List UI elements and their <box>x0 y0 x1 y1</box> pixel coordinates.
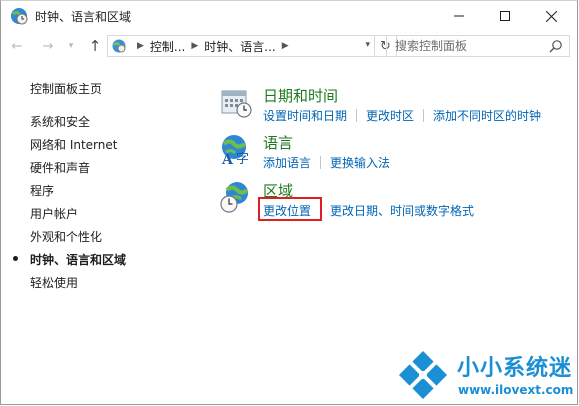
svg-text:A: A <box>221 152 234 166</box>
date-time-links: 设置时间和日期 更改时区 添加不同时区的时钟 <box>263 107 541 124</box>
add-clocks-link[interactable]: 添加不同时区的时钟 <box>433 107 541 124</box>
add-language-link[interactable]: 添加语言 <box>263 154 311 171</box>
back-button[interactable]: ← <box>7 35 27 57</box>
address-bar[interactable]: ▶ 控制... ▶ 时钟、语言... ▶ ▾ <box>107 35 375 57</box>
address-dropdown-icon[interactable]: ▾ <box>365 40 370 50</box>
language-heading[interactable]: 语言 <box>263 132 293 153</box>
link-divider <box>423 109 425 122</box>
recent-locations-button[interactable]: ▾ <box>64 35 78 57</box>
breadcrumb-item[interactable]: 控制... <box>150 38 185 55</box>
breadcrumb-item[interactable]: 时钟、语言... <box>204 38 275 55</box>
watermark-title: 小小系统迷 <box>457 356 573 381</box>
breadcrumb-chevron-icon[interactable]: ▶ <box>191 41 198 51</box>
left-nav-item-appearance[interactable]: 外观和个性化 <box>30 228 102 245</box>
change-timezone-link[interactable]: 更改时区 <box>366 107 414 124</box>
breadcrumb-chevron-icon: ▶ <box>137 41 144 51</box>
chevron-down-icon: ▾ <box>68 41 74 51</box>
title-bar: 时钟、语言和区域 <box>1 1 577 31</box>
change-input-method-link[interactable]: 更换输入法 <box>330 154 390 171</box>
watermark: 小小系统迷 www.ilovext.com <box>394 346 579 406</box>
arrow-right-icon: → <box>42 38 54 54</box>
control-panel-home-link[interactable]: 控制面板主页 <box>30 80 102 97</box>
watermark-logo-icon <box>398 350 448 400</box>
search-box <box>386 35 570 57</box>
left-nav-item-user-accounts[interactable]: 用户帐户 <box>30 205 78 222</box>
close-button[interactable] <box>529 1 573 31</box>
change-formats-link[interactable]: 更改日期、时间或数字格式 <box>330 202 474 219</box>
forward-button[interactable]: → <box>38 35 58 57</box>
control-panel-icon <box>111 38 127 54</box>
search-icon[interactable] <box>549 39 563 56</box>
language-links: 添加语言 更换输入法 <box>263 154 390 171</box>
arrow-up-icon: ↑ <box>88 37 102 55</box>
maximize-button[interactable] <box>483 1 527 31</box>
region-globe-icon <box>219 180 253 214</box>
up-button[interactable]: ↑ <box>85 35 105 57</box>
svg-text:字: 字 <box>236 152 249 166</box>
window-title: 时钟、语言和区域 <box>35 10 132 24</box>
watermark-url: www.ilovext.com <box>458 383 574 397</box>
link-divider <box>356 109 358 122</box>
minimize-button[interactable] <box>437 1 481 31</box>
date-time-heading[interactable]: 日期和时间 <box>263 85 338 106</box>
highlight-box <box>258 197 322 221</box>
control-panel-window: 时钟、语言和区域 ← → ▾ ↑ ▶ 控制... ▶ 时钟、语言... ▶ ▾ … <box>0 0 578 405</box>
navigation-bar: ← → ▾ ↑ ▶ 控制... ▶ 时钟、语言... ▶ ▾ ↻ <box>1 33 577 61</box>
left-nav-item-clock-language-region[interactable]: 时钟、语言和区域 <box>30 251 126 268</box>
language-icon: A 字 <box>219 132 253 168</box>
active-item-bullet <box>13 256 18 261</box>
arrow-left-icon: ← <box>11 38 23 54</box>
left-nav-item-hardware-sound[interactable]: 硬件和声音 <box>30 159 90 176</box>
search-input[interactable] <box>395 39 545 53</box>
left-nav-item-programs[interactable]: 程序 <box>30 182 54 199</box>
breadcrumb-chevron-icon[interactable]: ▶ <box>282 41 289 51</box>
clock-globe-icon <box>9 6 29 26</box>
minimize-icon <box>454 15 464 17</box>
left-nav-item-network-internet[interactable]: 网络和 Internet <box>30 136 117 153</box>
close-icon <box>545 10 557 22</box>
left-nav-item-ease-of-access[interactable]: 轻松使用 <box>30 274 78 291</box>
maximize-icon <box>500 11 510 21</box>
calendar-clock-icon <box>219 85 253 119</box>
set-time-date-link[interactable]: 设置时间和日期 <box>263 107 347 124</box>
link-divider <box>320 156 322 169</box>
left-nav-item-system-security[interactable]: 系统和安全 <box>30 113 90 130</box>
